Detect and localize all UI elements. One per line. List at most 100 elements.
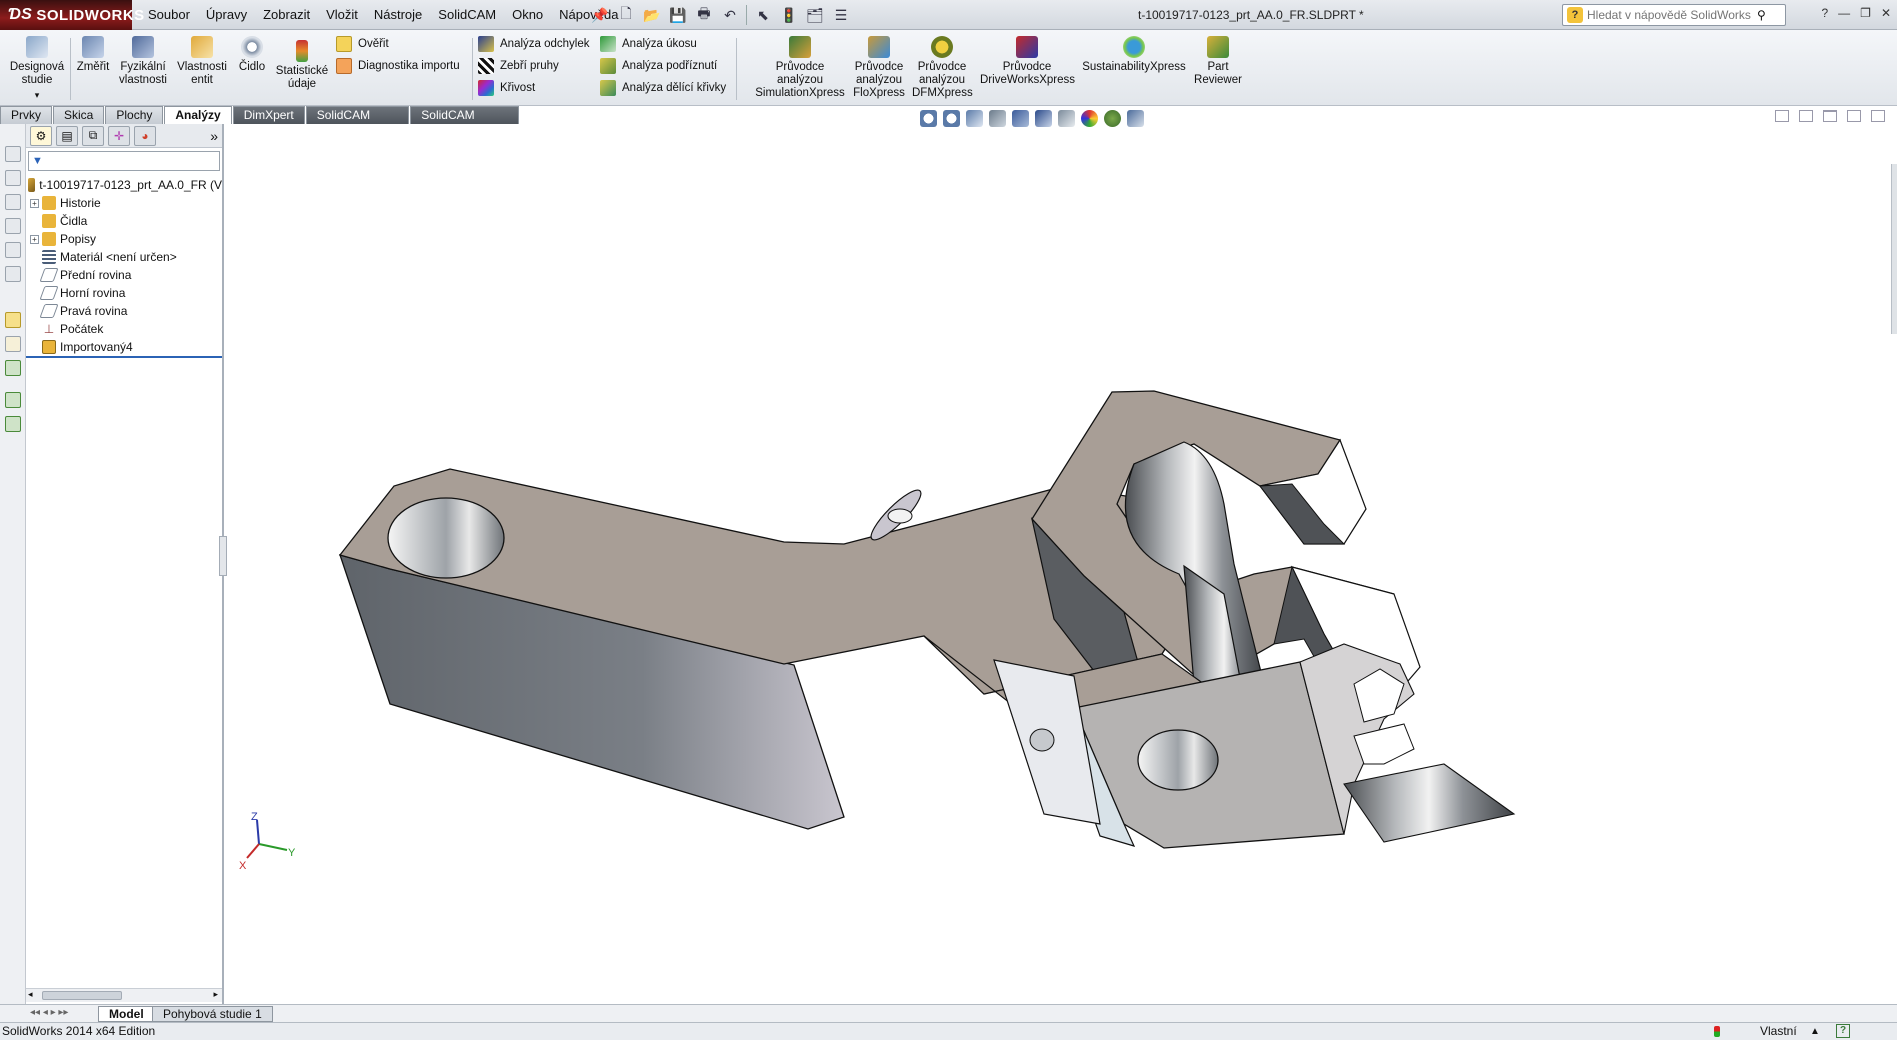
mass-properties-button[interactable]: Fyzikální vlastnosti xyxy=(116,36,170,87)
close-icon[interactable] xyxy=(1871,110,1885,122)
minimize-icon[interactable]: — xyxy=(1838,6,1850,20)
select-cursor-icon[interactable]: ⬉ xyxy=(753,5,773,25)
driveworksxpress-button[interactable]: Průvodce DriveWorksXpress xyxy=(980,36,1075,87)
search-icon[interactable]: ⚲ xyxy=(1757,8,1766,22)
curvature-button[interactable]: Křivost xyxy=(478,80,535,96)
menu-zobrazit[interactable]: Zobrazit xyxy=(255,0,318,30)
library-icon[interactable] xyxy=(5,392,21,408)
save-icon[interactable]: 💾 xyxy=(668,5,688,25)
minimize-icon[interactable] xyxy=(1823,110,1837,122)
part-3d-model[interactable]: Y Z X xyxy=(224,124,1897,1004)
menu-soubor[interactable]: Soubor xyxy=(140,0,198,30)
view-cube-icon[interactable] xyxy=(5,146,21,162)
entity-properties-button[interactable]: Vlastnosti entit xyxy=(174,36,230,87)
view-cube-icon[interactable] xyxy=(5,242,21,258)
menu-nastroje[interactable]: Nástroje xyxy=(366,0,430,30)
print-icon[interactable]: 🖶 xyxy=(694,5,714,25)
file-properties-icon[interactable]: 🗂 xyxy=(805,5,825,25)
displaymanager-icon[interactable]: ◕ xyxy=(134,125,156,146)
design-study-button[interactable]: Designová studie ▾ xyxy=(6,36,68,102)
tree-item-historie[interactable]: + Historie xyxy=(26,194,222,212)
tree-item-importovany4[interactable]: Importovaný4 xyxy=(26,338,222,356)
chevron-double-right-icon[interactable]: » xyxy=(210,128,218,144)
menu-upravy[interactable]: Úpravy xyxy=(198,0,255,30)
configurationmanager-icon[interactable]: ⧉ xyxy=(82,125,104,146)
expand-icon[interactable]: + xyxy=(30,234,39,244)
tab-dimxpert[interactable]: DimXpert xyxy=(232,106,305,124)
graphics-area[interactable]: Y Z X xyxy=(219,110,1897,1004)
tab-model[interactable]: Model xyxy=(98,1006,155,1022)
dfmxpress-button[interactable]: Průvodce analýzou DFMXpress xyxy=(912,36,973,100)
tree-item-cidla[interactable]: Čidla xyxy=(26,212,222,230)
tree-item-horni-rovina[interactable]: Horní rovina xyxy=(26,284,222,302)
close-icon[interactable]: ✕ xyxy=(1881,6,1891,20)
view-cube-icon[interactable] xyxy=(5,218,21,234)
tree-item-material[interactable]: Materiál <není určen> xyxy=(26,248,222,266)
tree-item-predni-rovina[interactable]: Přední rovina xyxy=(26,266,222,284)
scroll-right-icon[interactable]: ▸ xyxy=(213,989,218,1000)
sensor-button[interactable]: Čidlo xyxy=(232,36,272,74)
floxpress-button[interactable]: Průvodce analýzou FloXpress xyxy=(852,36,906,100)
rebuild-status-icon[interactable] xyxy=(1714,1026,1720,1037)
rollback-bar[interactable] xyxy=(26,356,222,358)
relations-icon[interactable] xyxy=(5,360,21,376)
open-folder-icon[interactable]: 📂 xyxy=(642,5,662,25)
parting-line-analysis-button[interactable]: Analýza dělící křivky xyxy=(600,80,726,96)
solidworks-logo[interactable]: ƊS SOLIDWORKS xyxy=(0,0,144,30)
tab-analyzy[interactable]: Analýzy xyxy=(164,106,232,124)
tab-solidcam-operace[interactable]: SolidCAM operace xyxy=(410,106,519,139)
unit-system[interactable]: Vlastní xyxy=(1760,1023,1797,1040)
zebra-stripes-button[interactable]: Zebří pruhy xyxy=(478,58,559,74)
chevron-down-icon[interactable]: ▾ xyxy=(6,89,68,102)
statistics-button[interactable]: Statistické údaje xyxy=(272,40,332,91)
undo-icon[interactable]: ↶ xyxy=(720,5,740,25)
propertymanager-icon[interactable]: ▤ xyxy=(56,125,78,146)
horizontal-scrollbar[interactable]: ◂ ▸ xyxy=(26,988,222,1002)
single-view-icon[interactable] xyxy=(1775,110,1789,122)
dimxpertmanager-icon[interactable]: ✛ xyxy=(108,125,130,146)
expand-icon[interactable]: + xyxy=(30,198,39,208)
undercut-analysis-button[interactable]: Analýza podříznutí xyxy=(600,58,717,74)
restore-icon[interactable]: ❐ xyxy=(1860,6,1871,20)
sustainabilityxpress-button[interactable]: SustainabilityXpress xyxy=(1080,36,1188,74)
tab-plochy[interactable]: Plochy xyxy=(105,106,164,124)
tab-scroll-icons[interactable]: ◂◂ ◂ ▸ ▸▸ xyxy=(30,1007,68,1018)
menu-okno[interactable]: Okno xyxy=(504,0,551,30)
options-icon[interactable]: ☰ xyxy=(831,5,851,25)
view-cube-icon[interactable] xyxy=(5,170,21,186)
rebuild-icon[interactable]: 🚦 xyxy=(779,5,799,25)
view-cube-icon[interactable] xyxy=(5,194,21,210)
pin-icon[interactable]: 📌 xyxy=(590,5,610,25)
tab-motion-study[interactable]: Pohybová studie 1 xyxy=(152,1006,273,1022)
new-document-icon[interactable]: 🗋 xyxy=(616,5,636,25)
tab-skica[interactable]: Skica xyxy=(53,106,105,124)
part-reviewer-button[interactable]: Part Reviewer xyxy=(1190,36,1246,87)
help-icon[interactable]: ? xyxy=(1821,6,1828,20)
scroll-left-icon[interactable]: ◂ xyxy=(28,989,33,1000)
measure-button[interactable]: Změřit xyxy=(74,36,112,74)
deviation-analysis-button[interactable]: Analýza odchylek xyxy=(478,36,590,52)
restore-icon[interactable] xyxy=(1847,110,1861,122)
draft-analysis-button[interactable]: Analýza úkosu xyxy=(600,36,697,52)
tab-prvky[interactable]: Prvky xyxy=(0,106,52,124)
tree-item-popisy[interactable]: + Popisy xyxy=(26,230,222,248)
simulationxpress-button[interactable]: Průvodce analýzou SimulationXpress xyxy=(752,36,848,100)
library-icon[interactable] xyxy=(5,416,21,432)
featuremanager-tree-icon[interactable]: ⚙ xyxy=(30,125,52,146)
tree-root[interactable]: t-10019717-0123_prt_AA.0_FR (V xyxy=(26,176,222,194)
view-cube-icon[interactable] xyxy=(5,266,21,282)
help-search-box[interactable]: ? ⚲ xyxy=(1562,4,1786,26)
import-diagnostics-button[interactable]: Diagnostika importu xyxy=(336,58,460,74)
menu-vlozit[interactable]: Vložit xyxy=(318,0,366,30)
check-button[interactable]: Ověřit xyxy=(336,36,389,52)
tab-solidcam-projekt[interactable]: SolidCAM Projekt xyxy=(305,106,410,139)
menu-solidcam[interactable]: SolidCAM xyxy=(430,0,504,30)
scrollbar-thumb[interactable] xyxy=(42,991,122,1000)
tree-item-pocatek[interactable]: ⊥ Počátek xyxy=(26,320,222,338)
chevron-up-icon[interactable]: ▲ xyxy=(1810,1023,1820,1040)
quick-tips-help-icon[interactable]: ? xyxy=(1836,1024,1850,1038)
tree-item-prava-rovina[interactable]: Pravá rovina xyxy=(26,302,222,320)
tree-filter[interactable]: ▼ xyxy=(28,151,220,171)
smart-dimension-icon[interactable] xyxy=(5,336,21,352)
two-view-icon[interactable] xyxy=(1799,110,1813,122)
